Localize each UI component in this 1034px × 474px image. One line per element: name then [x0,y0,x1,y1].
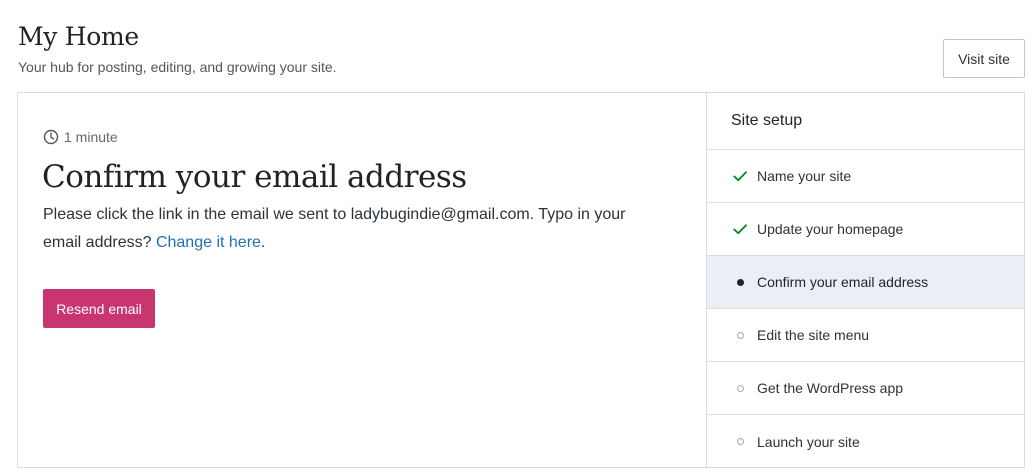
setup-item[interactable]: Confirm your email address [707,256,1024,309]
task-description: Please click the link in the email we se… [43,201,653,257]
resend-email-button[interactable]: Resend email [43,289,155,328]
setup-item[interactable]: Name your site [707,150,1024,203]
visit-site-button[interactable]: Visit site [943,39,1025,78]
setup-item[interactable]: Edit the site menu [707,309,1024,362]
setup-item-label: Update your homepage [757,221,904,237]
site-setup-list: Name your site Update your homepage Confir… [707,150,1024,468]
empty-circle-icon [731,326,749,344]
time-estimate-label: 1 minute [64,129,118,145]
filled-dot-icon [731,273,749,291]
checkmark-icon [731,220,749,238]
time-estimate: 1 minute [43,129,118,145]
task-title: Confirm your email address [42,159,467,195]
clock-icon [43,129,59,145]
task-panel: 1 minute Confirm your email address Plea… [18,93,706,467]
setup-item[interactable]: Update your homepage [707,203,1024,256]
setup-item-label: Name your site [757,168,852,184]
setup-item[interactable]: Get the WordPress app [707,362,1024,415]
home-card: 1 minute Confirm your email address Plea… [17,92,1025,468]
setup-item-label: Confirm your email address [757,274,929,290]
setup-item-label: Get the WordPress app [757,380,904,396]
site-setup-title: Site setup [707,93,1024,150]
empty-circle-icon [731,433,749,451]
checkmark-icon [731,167,749,185]
setup-item-label: Edit the site menu [757,327,870,343]
page-subtitle: Your hub for posting, editing, and growi… [18,59,337,75]
site-setup-panel: Site setup Name your site Update your hom… [706,93,1024,467]
page-title: My Home [18,22,139,51]
task-description-end: . [260,234,266,251]
setup-item-label: Launch your site [757,433,860,450]
setup-item[interactable]: Launch your site [707,415,1024,468]
task-description-text: Please click the link in the email we se… [43,206,626,251]
change-email-link[interactable]: Change it here [156,234,261,251]
empty-circle-icon [731,379,749,397]
